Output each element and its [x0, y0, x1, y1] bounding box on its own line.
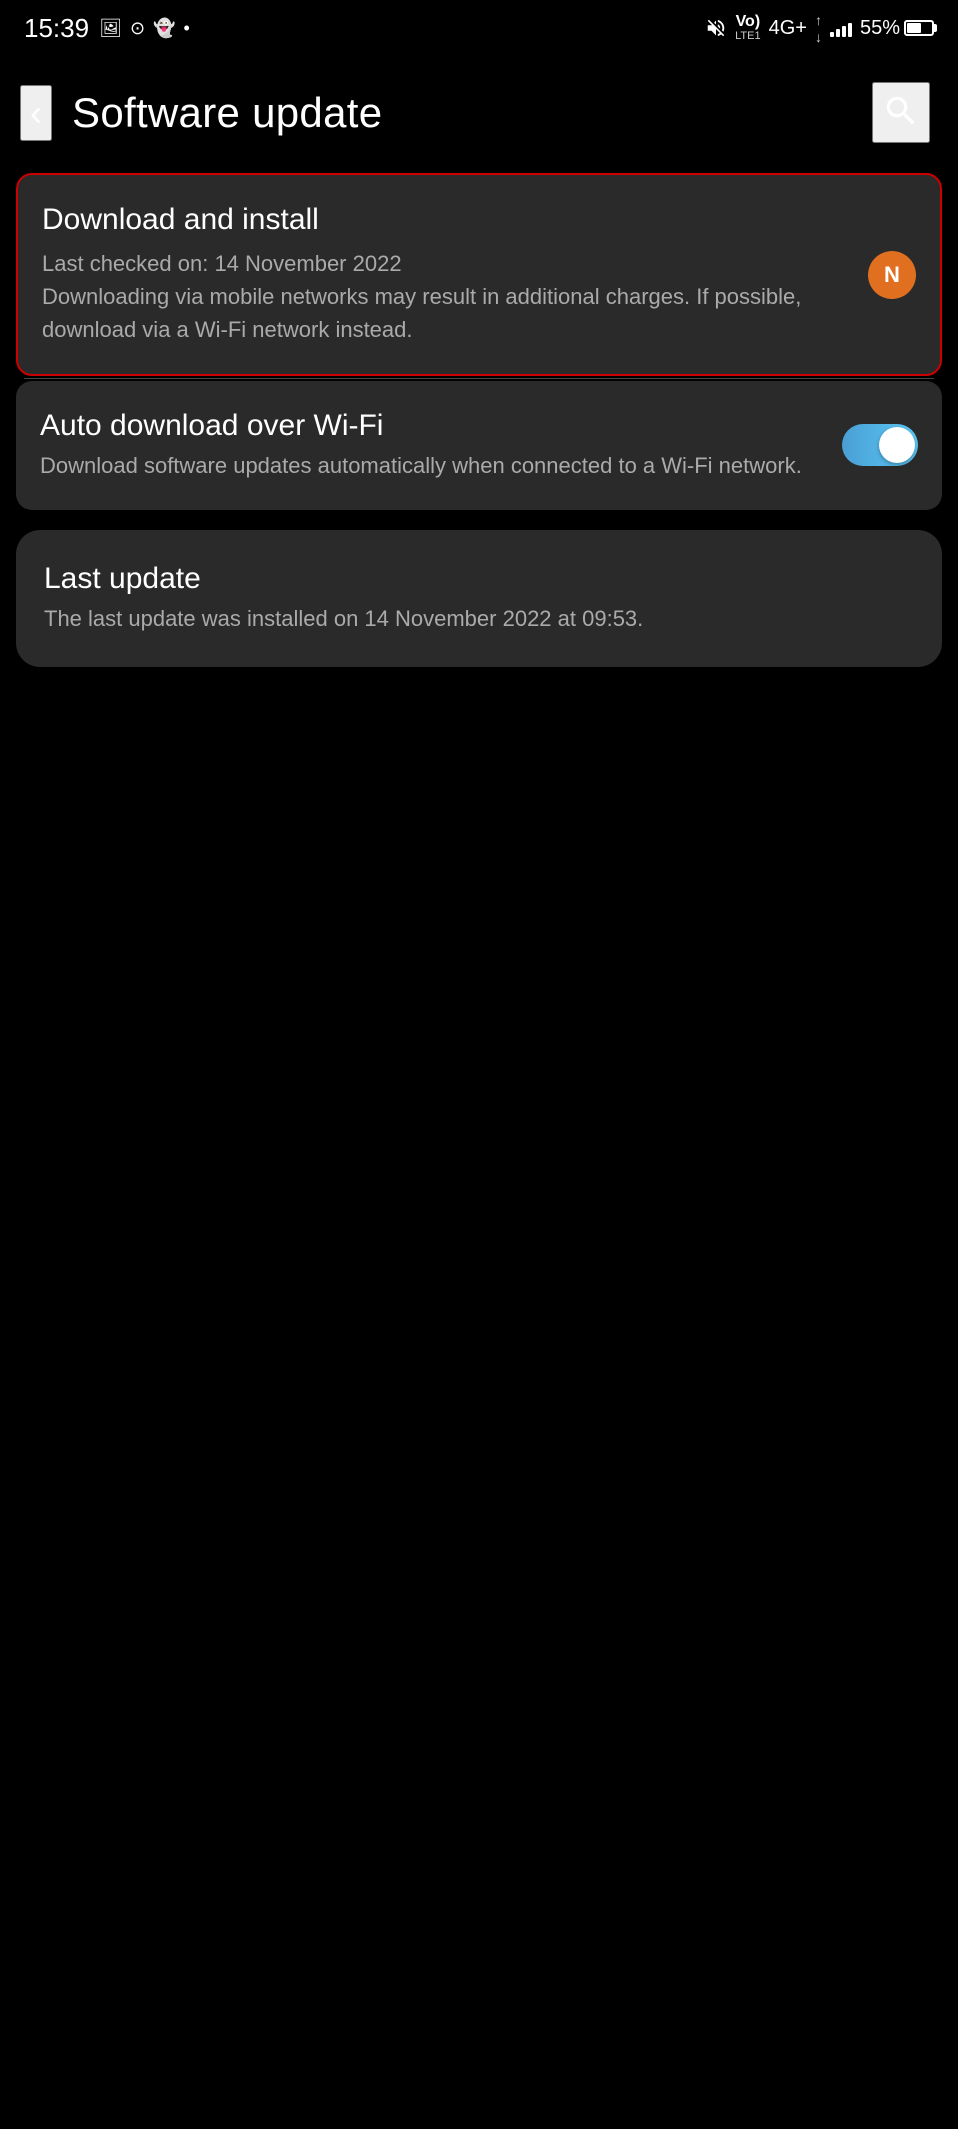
- auto-download-toggle[interactable]: [842, 424, 918, 466]
- auto-download-text: Auto download over Wi-Fi Download softwa…: [40, 409, 842, 482]
- page-title: Software update: [72, 89, 382, 137]
- header: ‹ Software update: [0, 62, 958, 163]
- instagram-icon: ⊙: [130, 18, 145, 39]
- download-install-title: Download and install: [42, 203, 916, 237]
- status-bar: 15:39 🖼 ⊙ 👻 • Vo) LTE1 4G+ ↑ ↓: [0, 0, 958, 52]
- last-update-title: Last update: [44, 562, 914, 596]
- auto-download-toggle-container: [842, 424, 918, 466]
- dot-icon: •: [183, 18, 189, 39]
- badge-label: N: [884, 262, 900, 288]
- volte-indicator: Vo) LTE1: [735, 14, 760, 42]
- last-update-description: The last update was installed on 14 Nove…: [44, 604, 914, 635]
- status-icons: 🖼 ⊙ 👻 •: [99, 18, 190, 39]
- download-install-description: Last checked on: 14 November 2022 Downlo…: [42, 247, 916, 346]
- status-bar-right: Vo) LTE1 4G+ ↑ ↓ 55%: [705, 12, 934, 45]
- auto-download-card[interactable]: Auto download over Wi-Fi Download softwa…: [16, 381, 942, 510]
- battery-percentage: 55%: [860, 17, 900, 40]
- network-type: 4G+: [769, 17, 807, 40]
- mute-icon: [705, 17, 727, 39]
- last-checked-text: Last checked on: 14 November 2022: [42, 251, 402, 276]
- status-bar-left: 15:39 🖼 ⊙ 👻 •: [24, 13, 190, 44]
- main-content: Download and install Last checked on: 14…: [0, 173, 958, 667]
- header-left: ‹ Software update: [20, 85, 382, 141]
- notification-badge: N: [868, 251, 916, 299]
- last-update-card: Last update The last update was installe…: [16, 530, 942, 667]
- auto-download-title: Auto download over Wi-Fi: [40, 409, 822, 443]
- battery-indicator: 55%: [860, 17, 934, 40]
- back-icon: ‹: [30, 92, 42, 133]
- photo-icon: 🖼: [99, 18, 122, 39]
- battery-icon: [904, 20, 934, 36]
- auto-download-description: Download software updates automatically …: [40, 451, 822, 482]
- signal-bars: [830, 19, 852, 37]
- section-divider: [24, 378, 934, 379]
- back-button[interactable]: ‹: [20, 85, 52, 141]
- data-transfer-icon: ↑ ↓: [815, 12, 822, 45]
- search-icon: [882, 92, 920, 130]
- download-warning-text: Downloading via mobile networks may resu…: [42, 284, 801, 342]
- snapchat-icon: 👻: [153, 18, 175, 39]
- search-button[interactable]: [872, 82, 930, 143]
- status-time: 15:39: [24, 13, 89, 44]
- toggle-thumb: [879, 427, 915, 463]
- download-install-card[interactable]: Download and install Last checked on: 14…: [16, 173, 942, 376]
